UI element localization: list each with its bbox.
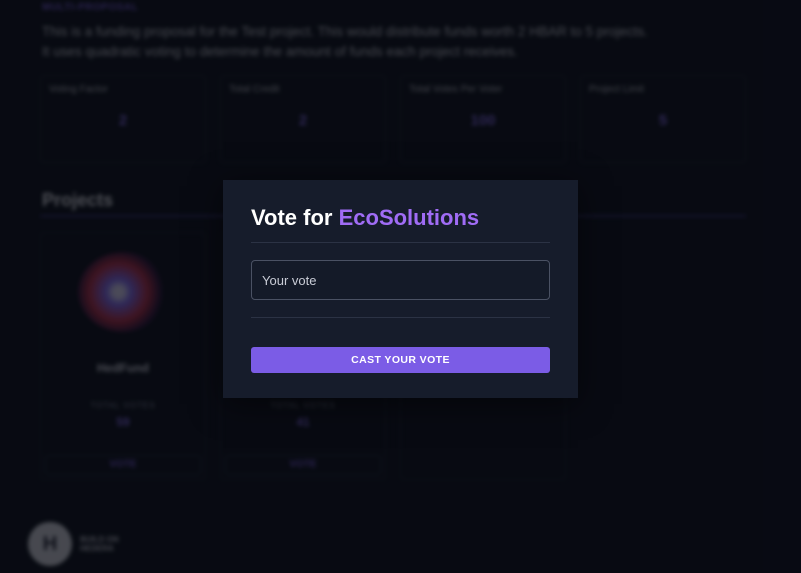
vote-modal: Vote for EcoSolutions CAST YOUR VOTE [223, 180, 578, 398]
project-name-highlight: EcoSolutions [338, 205, 480, 230]
cast-vote-button[interactable]: CAST YOUR VOTE [251, 347, 550, 373]
modal-title: Vote for EcoSolutions [251, 205, 479, 231]
modal-divider-top [251, 242, 550, 243]
modal-title-prefix: Vote for [251, 205, 339, 230]
vote-input[interactable] [251, 260, 550, 300]
modal-divider-bottom [251, 317, 550, 318]
